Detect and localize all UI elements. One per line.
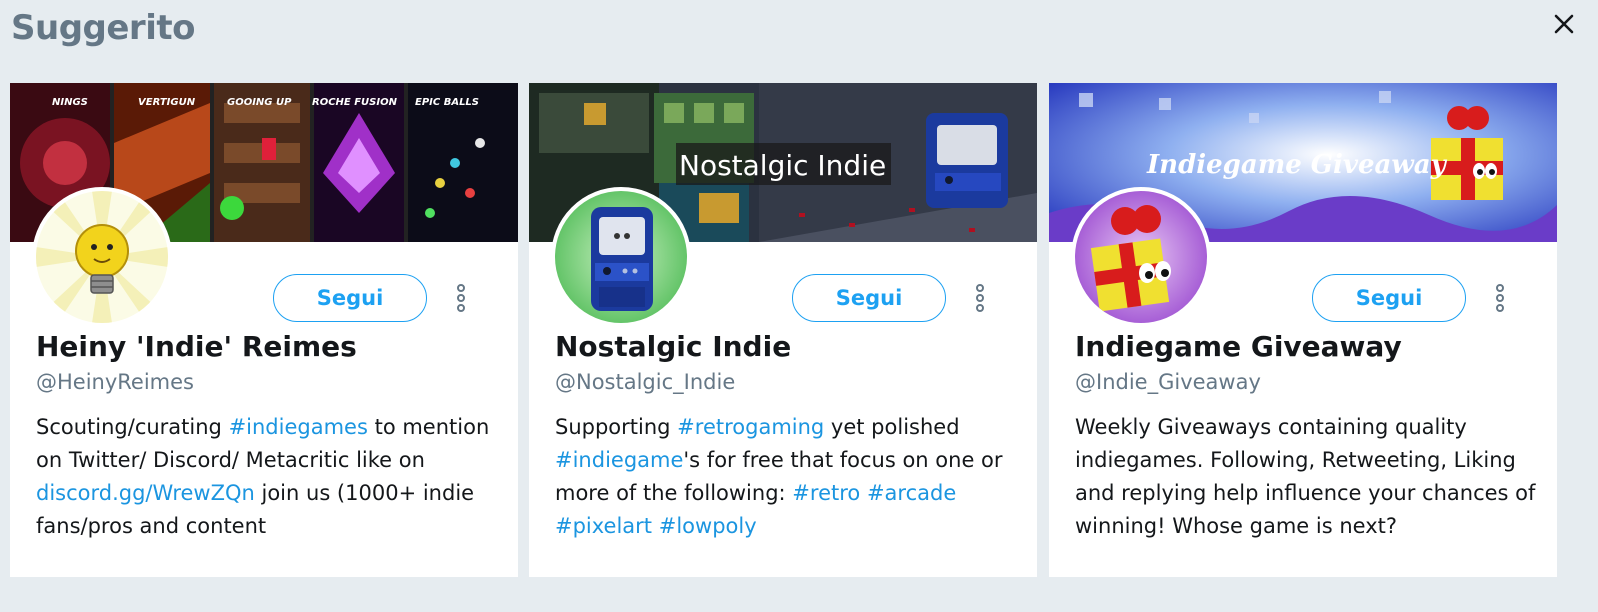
user-handle[interactable]: @HeinyReimes <box>36 370 194 394</box>
hashtag-link[interactable]: #retrogaming <box>677 415 824 439</box>
bio: Weekly Giveaways containing quality indi… <box>1075 411 1545 543</box>
follow-button[interactable]: Segui <box>273 274 427 322</box>
close-icon <box>1554 14 1574 34</box>
bio-text <box>860 481 867 505</box>
bio: Supporting #retrogaming yet polished #in… <box>555 411 1025 543</box>
follow-button[interactable]: Segui <box>792 274 946 322</box>
banner-label: GOOING UP <box>227 97 292 108</box>
more-options-button[interactable] <box>450 283 472 313</box>
bio-text: Weekly Giveaways containing quality indi… <box>1075 415 1536 538</box>
banner-label: VERTIGUN <box>138 97 196 108</box>
user-card: NINGS VERTIGUN GOOING UP ROCHE FUSION EP… <box>10 83 518 577</box>
bio: Scouting/curating #indiegames to mention… <box>36 411 506 543</box>
banner-title: Indiegame Giveaway <box>1146 150 1448 180</box>
bio-text: Scouting/curating <box>36 415 229 439</box>
hashtag-link[interactable]: #indiegames <box>229 415 368 439</box>
hashtag-link[interactable]: #lowpoly <box>659 514 757 538</box>
hashtag-link[interactable]: #arcade <box>867 481 956 505</box>
more-vertical-icon <box>976 284 984 312</box>
suggestion-cards: NINGS VERTIGUN GOOING UP ROCHE FUSION EP… <box>10 83 1580 577</box>
banner-label: ROCHE FUSION <box>312 97 398 108</box>
banner-title: Nostalgic Indie <box>679 149 886 182</box>
close-button[interactable] <box>1550 10 1578 38</box>
more-options-button[interactable] <box>969 283 991 313</box>
more-vertical-icon <box>1496 284 1504 312</box>
display-name[interactable]: Indiegame Giveaway <box>1075 330 1402 363</box>
user-handle[interactable]: @Indie_Giveaway <box>1075 370 1261 394</box>
display-name[interactable]: Heiny 'Indie' Reimes <box>36 330 357 363</box>
banner-label: EPIC BALLS <box>415 97 479 108</box>
bio-text: Supporting <box>555 415 678 439</box>
bio-text <box>652 514 659 538</box>
bio-text: yet polished <box>824 415 960 439</box>
hashtag-link[interactable]: #retro <box>792 481 860 505</box>
avatar[interactable] <box>551 187 691 327</box>
user-card: Nostalgic Indie Segui Nostalgic Indie @N… <box>529 83 1037 577</box>
hashtag-link[interactable]: #indiegame <box>555 448 683 472</box>
user-handle[interactable]: @Nostalgic_Indie <box>555 370 735 394</box>
header-title: Suggerito <box>11 8 195 48</box>
follow-button[interactable]: Segui <box>1312 274 1466 322</box>
avatar[interactable] <box>1071 187 1211 327</box>
more-options-button[interactable] <box>1489 283 1511 313</box>
url-link[interactable]: discord.gg/WrewZQn <box>36 481 255 505</box>
user-card: Indiegame Giveaway Segui Indiegame Givea… <box>1049 83 1557 577</box>
avatar[interactable] <box>32 187 172 327</box>
display-name[interactable]: Nostalgic Indie <box>555 330 791 363</box>
more-vertical-icon <box>457 284 465 312</box>
banner-label: NINGS <box>52 97 88 108</box>
hashtag-link[interactable]: #pixelart <box>555 514 652 538</box>
